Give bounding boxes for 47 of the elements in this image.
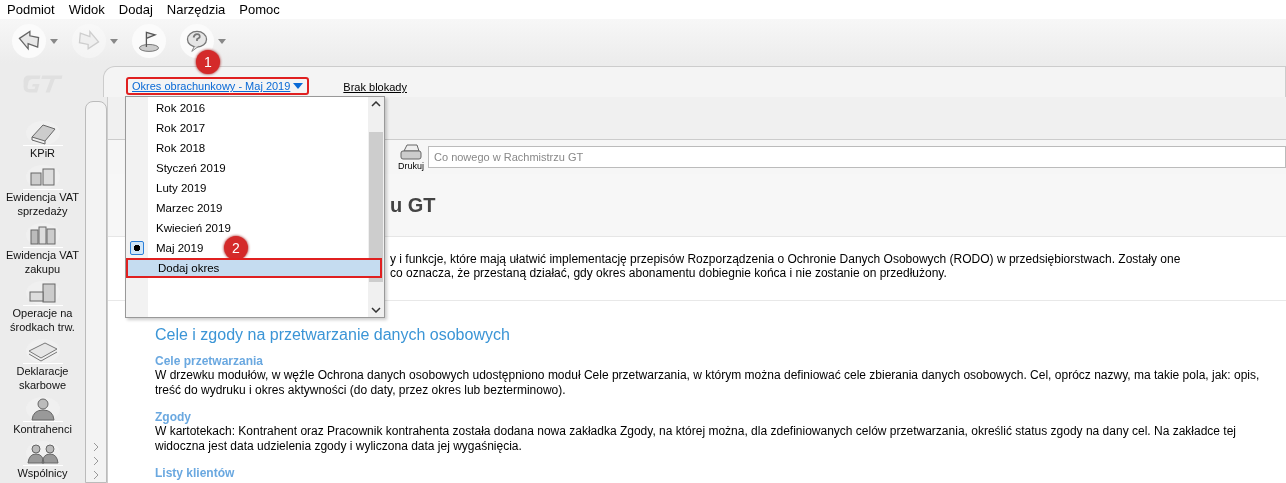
scroll-up-icon[interactable] [371, 101, 381, 107]
callout-badge: 1 [196, 50, 220, 74]
section-heading: Cele i zgody na przetwarzanie danych osobowych [155, 326, 511, 344]
print-button[interactable]: Drukuj [398, 143, 424, 171]
sidebar-item[interactable]: Kontrahenci [0, 395, 85, 436]
search-field[interactable]: Co nowego w Rachmistrzu GT [428, 146, 1286, 168]
dropdown-item[interactable]: Styczeń 2019 [126, 158, 232, 178]
page-heading: u GT [390, 193, 436, 217]
menu-item[interactable]: Widok [68, 2, 105, 17]
dropdown-item[interactable]: Kwiecień 2019 [126, 218, 237, 238]
caret-icon[interactable] [50, 38, 58, 44]
subsection-heading: Zgody [155, 410, 192, 424]
intro-text: co oznacza, że przestaną działać, gdy okres abonamentu dobiegnie końca i nie zostanie on przedłużony. [390, 266, 947, 280]
menu-item[interactable]: Pomoc [239, 2, 280, 17]
module-icon [22, 395, 63, 422]
back-button[interactable] [12, 24, 46, 58]
subsection-heading: Listy klientów [155, 466, 236, 480]
period-dropdown[interactable]: Okres obrachunkowy - Maj 2019 [126, 77, 310, 95]
sidebar-item[interactable]: Operacje na środkach trw. [0, 279, 85, 334]
dropdown-item[interactable]: Maj 2019 [126, 238, 210, 258]
flag-button[interactable] [132, 24, 166, 58]
sidebar-item[interactable]: KPiR [0, 119, 85, 160]
menu-item[interactable]: Podmiot [7, 2, 55, 17]
paragraph: W drzewku modułów, w węźle Ochrona danych osobowych udostępniono moduł Cele przetwarzania, w którym można definiować cele zbierania danych osobowych. Cel, oprócz nazwy, ma takie pola, jak: opis, treść do wydruku i okres aktywności (do daty, przez okres lub bezterminowo). [155, 368, 1261, 398]
help-icon [184, 28, 210, 54]
dropdown-item[interactable]: Rok 2016 [126, 98, 212, 118]
callout-badge: 2 [224, 236, 248, 260]
sidebar-item[interactable]: Ewidencja VAT sprzedaży [0, 163, 85, 218]
dropdown-item[interactable]: Dodaj okres [126, 258, 382, 278]
intro-text: y i funkcje, które mają ułatwić implementację przepisów Rozporządzenia o Ochronie Danych Osobowych (RODO) w przedsiębiorstwach. Zostały one [390, 252, 1181, 266]
sidebar-item[interactable]: Wspólnicy [0, 439, 85, 480]
sidebar-item[interactable]: Deklaracje skarbowe [0, 337, 85, 392]
paragraph: W kartotekach: Kontrahent oraz Pracownik kontrahenta została dodana nowa zakładka Zgody, na której można, dla zdefiniowanych celów przetwarzania, określić status zgody na dany cel. Na zakładce tej widoczna jest data udzielenia zgody i wyliczona data jej wygaśnięcia. [155, 424, 1238, 454]
dropdown-item[interactable]: Luty 2019 [126, 178, 213, 198]
subsection-heading: Cele przetwarzania [155, 354, 265, 368]
dropdown-item[interactable]: Rok 2018 [126, 138, 212, 158]
menu-item[interactable]: Narzędzia [166, 2, 226, 17]
caret-icon[interactable] [218, 38, 226, 44]
help-button[interactable] [180, 24, 214, 58]
lock-status-link[interactable]: Brak blokady [343, 81, 407, 93]
scroll-down-icon[interactable] [371, 307, 381, 313]
caret-icon [293, 83, 304, 89]
scrollbar[interactable] [368, 97, 384, 317]
sidebar-item[interactable]: Ewidencja VAT zakupu [0, 221, 85, 276]
dropdown-item[interactable]: Marzec 2019 [126, 198, 229, 218]
dropdown-item[interactable]: Rok 2017 [126, 118, 212, 138]
menu-item[interactable]: Dodaj [118, 2, 153, 17]
